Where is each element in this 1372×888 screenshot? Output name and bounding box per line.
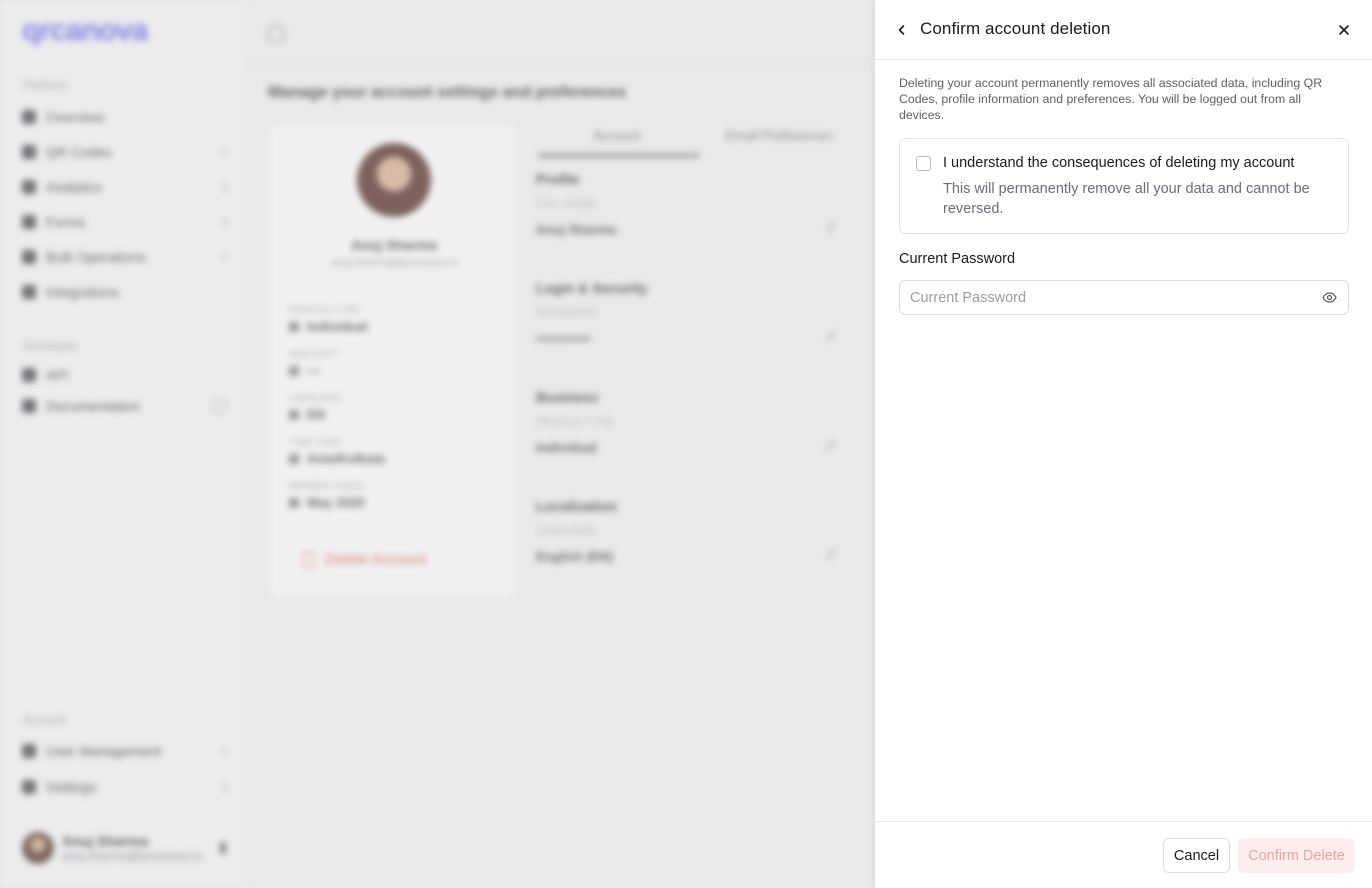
- drawer-footer: Cancel Confirm Delete: [875, 821, 1372, 888]
- toggle-password-visibility-button[interactable]: [1321, 291, 1337, 304]
- confirm-delete-button[interactable]: Confirm Delete: [1238, 838, 1355, 873]
- current-password-label: Current Password: [899, 251, 1016, 267]
- confirm-deletion-drawer: Confirm account deletion Deleting your a…: [875, 0, 1372, 888]
- acknowledge-checkbox[interactable]: [916, 156, 931, 171]
- eye-icon: [1321, 292, 1337, 303]
- drawer-header: Confirm account deletion: [875, 0, 1372, 60]
- deletion-description: Deleting your account permanently remove…: [899, 76, 1323, 122]
- close-button[interactable]: [1333, 19, 1355, 41]
- drawer-title: Confirm account deletion: [920, 19, 1111, 38]
- acknowledge-subtitle: This will permanently remove all your da…: [943, 181, 1310, 217]
- back-button[interactable]: [891, 19, 913, 41]
- cancel-button[interactable]: Cancel: [1163, 838, 1230, 873]
- chevron-left-icon: [898, 25, 905, 35]
- acknowledge-card[interactable]: I understand the consequences of deletin…: [899, 138, 1349, 234]
- current-password-field: [899, 280, 1349, 315]
- current-password-input[interactable]: [900, 281, 1310, 314]
- close-icon: [1339, 25, 1349, 35]
- acknowledge-title: I understand the consequences of deletin…: [943, 155, 1295, 171]
